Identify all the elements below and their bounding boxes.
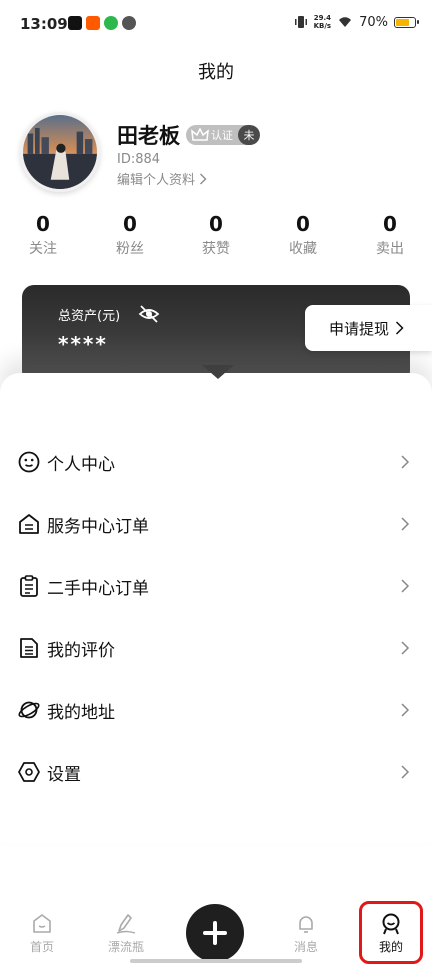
- stat-following[interactable]: 0 关注: [8, 212, 78, 258]
- green-app-icon: [104, 16, 118, 30]
- menu-item-settings[interactable]: 设置: [0, 750, 432, 794]
- chevron-right-icon: [401, 641, 410, 655]
- stat-label: 粉丝: [116, 241, 144, 257]
- chevron-right-icon: [401, 455, 410, 469]
- user-id: ID:884: [117, 152, 161, 167]
- hexagon-icon: [18, 762, 40, 782]
- stat-value: 0: [209, 212, 223, 236]
- stat-favorites[interactable]: 0 收藏: [268, 212, 338, 258]
- document-icon: [20, 638, 38, 658]
- edit-profile-label: 编辑个人资料: [117, 173, 196, 188]
- notification-icons: [68, 16, 136, 30]
- chevron-right-icon: [395, 321, 404, 335]
- battery-percent: 70%: [359, 14, 388, 30]
- card-notch: [202, 365, 234, 379]
- tab-label: 漂流瓶: [107, 940, 144, 954]
- tiktok-icon: [68, 16, 82, 30]
- total-assets-label: 总资产(元): [58, 309, 121, 324]
- smiley-icon: [18, 451, 40, 473]
- menu-item-my-address[interactable]: 我的地址: [0, 688, 432, 732]
- menu-item-service-orders[interactable]: 服务中心订单: [0, 502, 432, 546]
- stat-value: 0: [383, 212, 397, 236]
- avatar-image: [23, 115, 97, 189]
- menu-item-my-reviews[interactable]: 我的评价: [0, 626, 432, 670]
- clipboard-icon: [20, 575, 38, 597]
- verify-label: 认证: [211, 129, 233, 142]
- vibrate-icon: [294, 16, 307, 28]
- battery-icon: [394, 16, 419, 28]
- speed-value: 29.4: [313, 14, 331, 22]
- tab-messages[interactable]: 消息: [276, 912, 336, 955]
- stat-sold[interactable]: 0 卖出: [355, 212, 425, 258]
- tab-home[interactable]: 首页: [12, 912, 72, 955]
- stats-row: 0 关注 0 粉丝 0 获赞 0 收藏 0 卖出: [0, 212, 432, 262]
- status-time: 13:09: [20, 15, 68, 33]
- status-right: 29.4 KB/s 70%: [294, 14, 419, 30]
- username: 田老板: [117, 124, 180, 148]
- edit-profile-link[interactable]: 编辑个人资料: [117, 169, 207, 188]
- stat-likes[interactable]: 0 获赞: [181, 212, 251, 258]
- menu-label: 二手中心订单: [47, 578, 149, 599]
- add-button[interactable]: [186, 904, 244, 962]
- menu-label: 设置: [47, 764, 81, 785]
- verify-state: 未: [238, 125, 260, 145]
- menu-label: 我的地址: [47, 702, 115, 723]
- status-bar: 13:09 29.4 KB/s 70%: [0, 0, 432, 52]
- home-indicator[interactable]: [130, 959, 302, 963]
- plus-icon: [203, 921, 227, 945]
- avatar[interactable]: [20, 112, 100, 192]
- drift-bottle-icon: [116, 914, 136, 934]
- menu-label: 我的评价: [47, 640, 115, 661]
- tab-label: 首页: [29, 940, 54, 954]
- stat-label: 获赞: [202, 241, 230, 257]
- planet-icon: [18, 701, 40, 719]
- menu-item-secondhand-orders[interactable]: 二手中心订单: [0, 564, 432, 608]
- withdraw-label: 申请提现: [329, 319, 390, 338]
- stat-label: 关注: [29, 241, 57, 257]
- verification-badge[interactable]: 认证 未: [186, 125, 260, 145]
- stat-label: 卖出: [376, 241, 404, 257]
- chevron-right-icon: [200, 173, 207, 184]
- eye-hidden-icon[interactable]: [138, 304, 160, 324]
- total-assets-value: ****: [58, 332, 108, 356]
- home-icon: [33, 914, 51, 933]
- menu-label: 服务中心订单: [47, 516, 149, 537]
- house-icon: [19, 514, 39, 534]
- highlight-box: [359, 901, 423, 964]
- bell-icon: [299, 916, 313, 933]
- page-title: 我的: [198, 62, 234, 83]
- withdraw-button[interactable]: 申请提现: [305, 305, 432, 351]
- speed-unit: KB/s: [313, 22, 332, 30]
- menu-item-personal-center[interactable]: 个人中心: [0, 440, 432, 484]
- wifi-icon: [339, 17, 352, 27]
- stat-value: 0: [123, 212, 137, 236]
- taobao-icon: [86, 16, 100, 30]
- wechat-icon: [122, 16, 136, 30]
- chevron-right-icon: [401, 579, 410, 593]
- stat-followers[interactable]: 0 粉丝: [95, 212, 165, 258]
- stat-value: 0: [36, 212, 50, 236]
- chevron-right-icon: [401, 517, 410, 531]
- tab-drift-bottle[interactable]: 漂流瓶: [96, 912, 156, 955]
- stat-label: 收藏: [289, 241, 317, 257]
- network-speed: 29.4 KB/s: [314, 14, 331, 30]
- chevron-right-icon: [401, 765, 410, 779]
- menu-label: 个人中心: [47, 454, 115, 475]
- chevron-right-icon: [401, 703, 410, 717]
- tab-label: 消息: [293, 940, 318, 954]
- crown-icon: [191, 128, 209, 141]
- stat-value: 0: [296, 212, 310, 236]
